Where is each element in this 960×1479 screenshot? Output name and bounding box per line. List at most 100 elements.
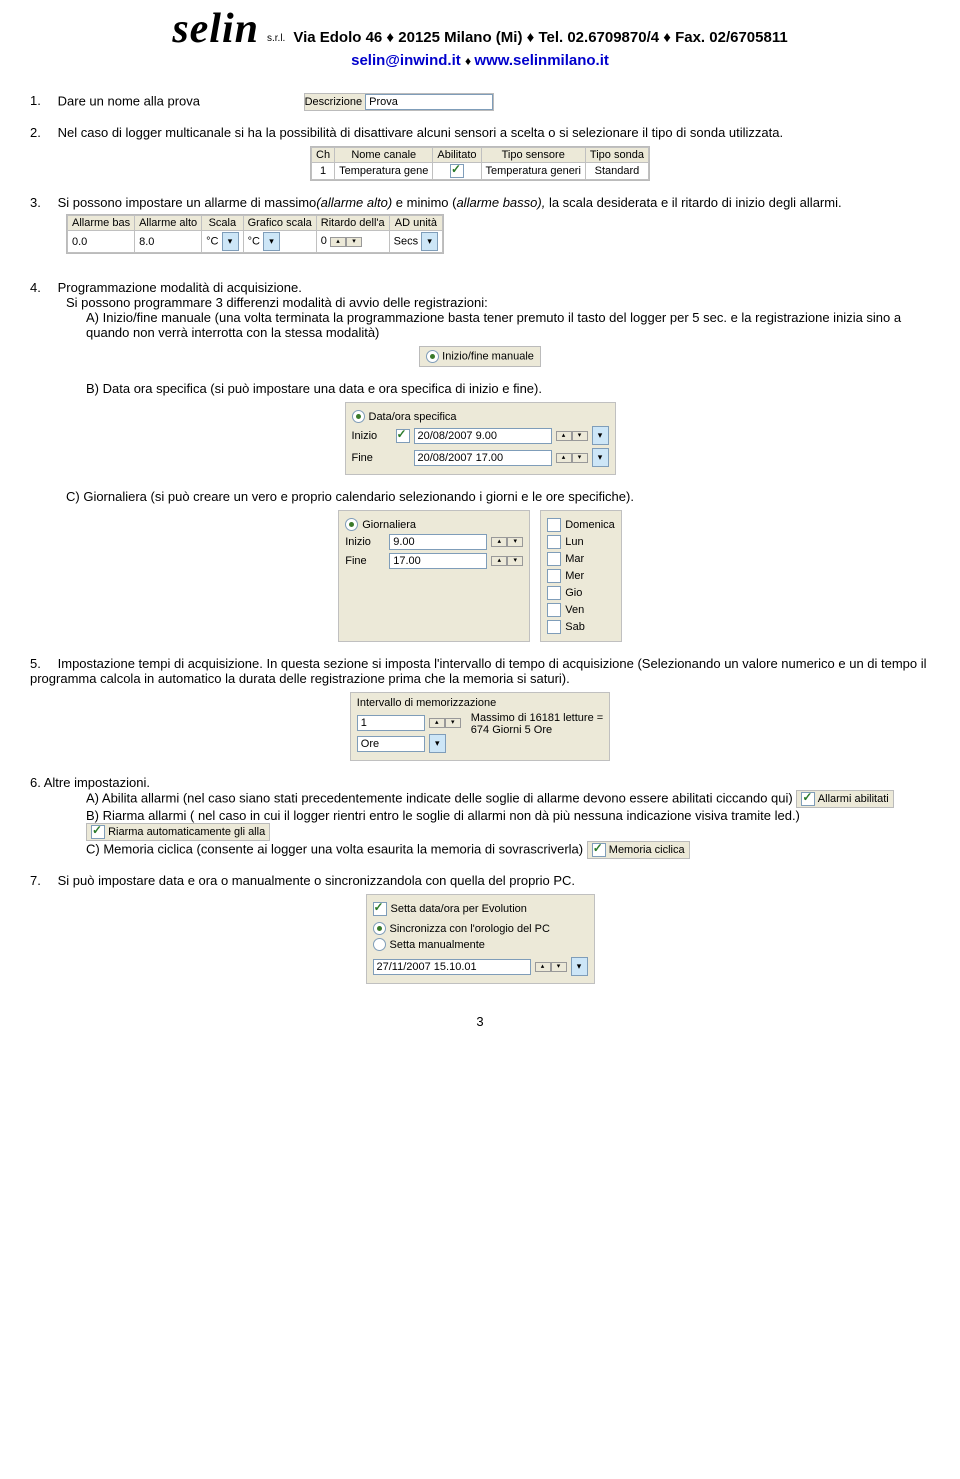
spin-down-icon[interactable]: ▾ — [507, 537, 523, 547]
radio-icon[interactable] — [373, 922, 386, 935]
max-readings-line1: Massimo di 16181 letture = — [471, 712, 603, 724]
g-inizio-input[interactable] — [389, 534, 487, 550]
max-readings-line2: 674 Giorni 5 Ore — [471, 724, 603, 736]
radio-icon[interactable] — [373, 938, 386, 951]
chevron-down-icon[interactable]: ▾ — [571, 957, 588, 976]
checkbox-icon[interactable] — [547, 620, 561, 634]
chevron-down-icon[interactable]: ▾ — [592, 426, 609, 445]
spin-up-icon[interactable]: ▴ — [429, 718, 445, 728]
th-low: Allarme bas — [68, 216, 135, 231]
cell-probe[interactable]: Standard — [585, 163, 648, 180]
chevron-down-icon[interactable]: ▾ — [263, 232, 280, 251]
chk-label: Setta data/ora per Evolution — [391, 903, 527, 915]
spin-up-icon[interactable]: ▴ — [556, 453, 572, 463]
th-gscale: Grafico scala — [243, 216, 316, 231]
spin-up-icon[interactable]: ▴ — [491, 537, 507, 547]
checkbox-icon[interactable] — [373, 902, 387, 916]
spin-up-icon[interactable]: ▴ — [491, 556, 507, 566]
cell-low[interactable]: 0.0 — [68, 231, 135, 253]
company-email[interactable]: selin@inwind.it — [351, 52, 461, 69]
th-probe: Tipo sonda — [585, 148, 648, 163]
table-row: 1 Temperatura gene Temperatura generi St… — [312, 163, 649, 180]
description-input[interactable] — [365, 94, 493, 110]
radio-icon[interactable] — [345, 518, 358, 531]
datetime-input[interactable] — [373, 959, 531, 975]
sub-label: B) — [86, 381, 99, 396]
chevron-down-icon[interactable]: ▾ — [592, 448, 609, 467]
checkbox-icon[interactable] — [801, 792, 815, 806]
chevron-down-icon[interactable]: ▾ — [421, 232, 438, 251]
cell-delay[interactable]: 0 ▴▾ — [316, 231, 389, 253]
radio-icon[interactable] — [352, 410, 365, 423]
day-label: Mar — [565, 553, 584, 565]
spin-down-icon[interactable]: ▾ — [572, 453, 588, 463]
step-number: 3. — [30, 195, 54, 210]
step-5: 5. Impostazione tempi di acquisizione. I… — [30, 656, 930, 761]
chevron-down-icon[interactable]: ▾ — [222, 232, 239, 251]
spin-up-icon[interactable]: ▴ — [330, 237, 346, 247]
fine-label: Fine — [352, 452, 392, 464]
cell-gscale[interactable]: °C ▾ — [243, 231, 316, 253]
checkbox-icon[interactable] — [547, 603, 561, 617]
cell-adunit[interactable]: Secs ▾ — [389, 231, 443, 253]
step-text: Impostazione tempi di acquisizione. In q… — [30, 656, 927, 686]
spin-down-icon[interactable]: ▾ — [507, 556, 523, 566]
g-fine-input[interactable] — [389, 553, 487, 569]
step-6a: A) Abilita allarmi (nel caso siano stati… — [86, 790, 930, 808]
chevron-down-icon[interactable]: ▾ — [429, 734, 446, 753]
cell-sensor[interactable]: Temperatura generi — [481, 163, 585, 180]
checkbox-icon[interactable] — [396, 429, 410, 443]
step-text: Nel caso di logger multicanale si ha la … — [58, 125, 784, 140]
step-4b: B) Data ora specifica (si può impostare … — [86, 381, 930, 396]
spin-down-icon[interactable]: ▾ — [445, 718, 461, 728]
datetime-sync-group: Setta data/ora per Evolution Sincronizza… — [366, 894, 595, 984]
interval-input[interactable] — [357, 715, 425, 731]
allarmi-abilitati-option[interactable]: Allarmi abilitati — [796, 790, 893, 808]
company-website[interactable]: www.selinmilano.it — [474, 52, 608, 69]
interval-group: Intervallo di memorizzazione ▴▾ ▾ — [350, 692, 610, 761]
group-title: Intervallo di memorizzazione — [357, 697, 603, 709]
radio-manual-option[interactable]: Inizio/fine manuale — [419, 346, 541, 367]
radio-label: Setta manualmente — [390, 939, 485, 951]
spin-up-icon[interactable]: ▴ — [535, 962, 551, 972]
checkbox-icon[interactable] — [547, 552, 561, 566]
spin-up-icon[interactable]: ▴ — [556, 431, 572, 441]
sub-label: A) — [86, 310, 99, 325]
spin-down-icon[interactable]: ▾ — [346, 237, 362, 247]
checkbox-icon[interactable] — [547, 535, 561, 549]
cell-ch: 1 — [312, 163, 335, 180]
step-4a: A) Inizio/fine manuale (una volta termin… — [86, 310, 930, 340]
daily-group: Giornaliera Inizio ▴▾ Fine ▴▾ — [338, 510, 530, 642]
checkbox-icon[interactable] — [547, 586, 561, 600]
company-address: Via Edolo 46 ♦ 20125 Milano (Mi) ♦ Tel. … — [293, 29, 787, 50]
radio-icon[interactable] — [426, 350, 439, 363]
riarma-option[interactable]: Riarma automaticamente gli alla — [86, 823, 270, 841]
checkbox-icon[interactable] — [547, 569, 561, 583]
channel-table: Ch Nome canale Abilitato Tipo sensore Ti… — [310, 146, 650, 181]
th-scale: Scala — [202, 216, 243, 231]
checkbox-icon[interactable] — [547, 518, 561, 532]
th-enabled: Abilitato — [433, 148, 481, 163]
g-fine-label: Fine — [345, 555, 385, 567]
step-1: 1. Dare un nome alla prova Descrizione — [30, 93, 930, 111]
cell-high[interactable]: 8.0 — [135, 231, 202, 253]
memoria-ciclica-option[interactable]: Memoria ciclica — [587, 841, 690, 859]
fine-input[interactable] — [414, 450, 552, 466]
inizio-input[interactable] — [414, 428, 552, 444]
step-number: 4. — [30, 280, 54, 295]
sub-text: Data ora specifica (si può impostare una… — [103, 381, 542, 396]
brand-logo: selin — [172, 8, 259, 50]
step-number: 1. — [30, 93, 54, 108]
spin-down-icon[interactable]: ▾ — [551, 962, 567, 972]
checkbox-icon[interactable] — [91, 825, 105, 839]
cell-name[interactable]: Temperatura gene — [335, 163, 433, 180]
step-number: 5. — [30, 656, 54, 671]
checkbox-icon[interactable] — [592, 843, 606, 857]
spin-down-icon[interactable]: ▾ — [572, 431, 588, 441]
cell-scale[interactable]: °C ▾ — [202, 231, 243, 253]
cell-enabled[interactable] — [433, 163, 481, 180]
step-6b: B) Riarma allarmi ( nel caso in cui il l… — [86, 808, 930, 841]
unit-input[interactable] — [357, 736, 425, 752]
checkbox-icon[interactable] — [450, 164, 464, 178]
alarm-table: Allarme bas Allarme alto Scala Grafico s… — [66, 214, 444, 254]
